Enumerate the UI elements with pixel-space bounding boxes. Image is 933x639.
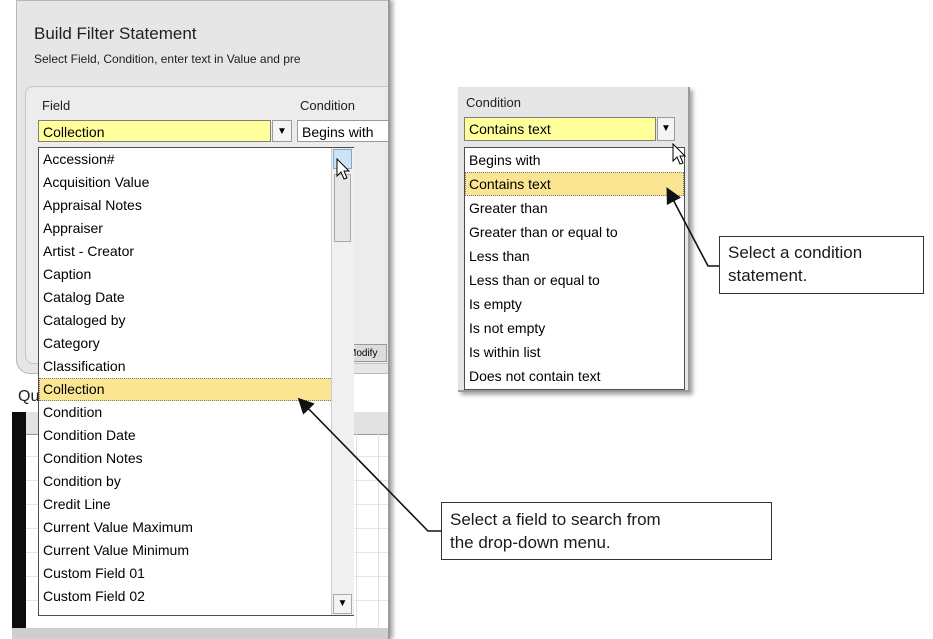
condition-callout-arrow [666,187,719,267]
callout-text-line: Select a field to search from [450,510,661,529]
callout-text-line: statement. [728,266,808,285]
field-callout: Select a field to search from the drop-d… [441,502,772,560]
condition-callout: Select a condition statement. [719,236,924,294]
callout-text-line: Select a condition [728,243,863,262]
callout-text-line: the drop-down menu. [450,533,611,552]
field-callout-arrow [297,397,441,532]
